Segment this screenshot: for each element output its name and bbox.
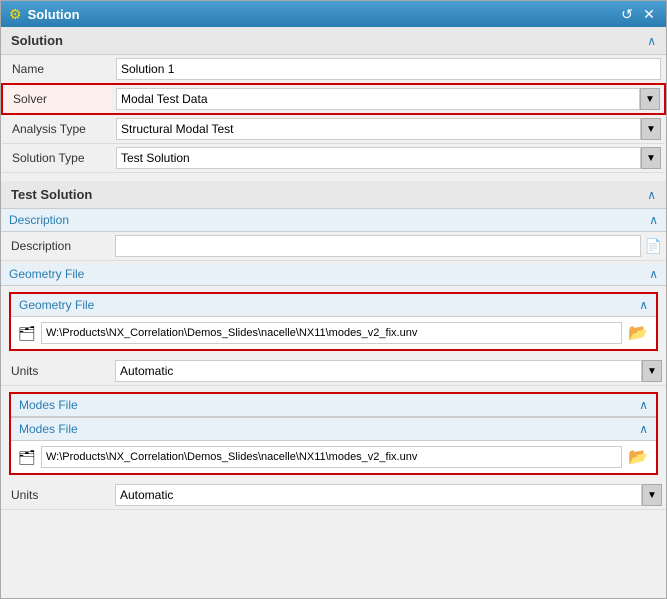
modes-units-table: Units Automatic ▼ bbox=[1, 481, 666, 510]
content-area: Solution ∧ Name Solver Modal Test Data ▼ bbox=[1, 27, 666, 598]
description-label: Description bbox=[1, 232, 111, 261]
geometry-file-section-title: Geometry File bbox=[9, 267, 84, 281]
geometry-units-value: Automatic bbox=[115, 360, 642, 382]
geometry-units-label: Units bbox=[1, 357, 111, 386]
solution-section-header: Solution ∧ bbox=[1, 27, 666, 55]
description-subsection-chevron[interactable]: ∧ bbox=[649, 213, 658, 227]
geometry-file-icon: 🗂 bbox=[17, 323, 37, 343]
description-field: 📄 bbox=[111, 232, 666, 261]
title-bar-buttons: ↺ ✕ bbox=[618, 5, 658, 23]
description-input-row: 📄 bbox=[115, 235, 662, 257]
solution-type-dropdown-arrow[interactable]: ▼ bbox=[641, 147, 661, 169]
geometry-file-row: 🗂 📂 bbox=[11, 317, 656, 349]
restore-button[interactable]: ↺ bbox=[618, 5, 636, 23]
solution-type-field: Test Solution ▼ bbox=[112, 144, 665, 173]
geometry-file-path-input[interactable] bbox=[41, 322, 622, 344]
close-button[interactable]: ✕ bbox=[640, 5, 658, 23]
solution-form: Name Solver Modal Test Data ▼ Analysis T… bbox=[1, 55, 666, 173]
modes-units-label: Units bbox=[1, 481, 111, 510]
geometry-units-table: Units Automatic ▼ bbox=[1, 357, 666, 386]
solution-type-label: Solution Type bbox=[2, 144, 112, 173]
solution-section-chevron[interactable]: ∧ bbox=[647, 34, 656, 48]
modes-file-section-header: Modes File ∧ bbox=[11, 394, 656, 417]
geometry-file-section-chevron[interactable]: ∧ bbox=[649, 267, 658, 281]
solver-row: Solver Modal Test Data ▼ bbox=[2, 84, 665, 114]
analysis-type-select: Structural Modal Test ▼ bbox=[116, 118, 661, 140]
geometry-units-field: Automatic ▼ bbox=[111, 357, 666, 386]
name-input[interactable] bbox=[116, 58, 661, 80]
analysis-type-label: Analysis Type bbox=[2, 114, 112, 144]
modes-file-highlighted-section: Modes File ∧ Modes File ∧ 🗂 📂 bbox=[9, 392, 658, 475]
geometry-file-subsection-title: Geometry File bbox=[19, 298, 94, 312]
geometry-file-subsection-chevron[interactable]: ∧ bbox=[639, 298, 648, 312]
solver-field: Modal Test Data ▼ bbox=[112, 84, 665, 114]
solver-value: Modal Test Data bbox=[116, 88, 640, 110]
modes-file-subsection-header: Modes File ∧ bbox=[11, 417, 656, 441]
modes-file-path-input[interactable] bbox=[41, 446, 622, 468]
name-field bbox=[112, 55, 665, 84]
solution-window: ⚙ Solution ↺ ✕ Solution ∧ Name Solver bbox=[0, 0, 667, 599]
description-subsection-header: Description ∧ bbox=[1, 209, 666, 232]
modes-units-dropdown-arrow[interactable]: ▼ bbox=[642, 484, 662, 506]
analysis-type-field: Structural Modal Test ▼ bbox=[112, 114, 665, 144]
name-label: Name bbox=[2, 55, 112, 84]
modes-file-subsection-chevron[interactable]: ∧ bbox=[639, 422, 648, 436]
modes-units-select: Automatic ▼ bbox=[115, 484, 662, 506]
modes-units-row: Units Automatic ▼ bbox=[1, 481, 666, 510]
modes-folder-icon[interactable]: 📂 bbox=[626, 445, 650, 469]
modes-file-row: 🗂 📂 bbox=[11, 441, 656, 473]
description-form: Description 📄 bbox=[1, 232, 666, 261]
modes-file-section-chevron[interactable]: ∧ bbox=[639, 398, 648, 412]
window-title: Solution bbox=[28, 7, 80, 22]
title-bar-left: ⚙ Solution bbox=[9, 6, 80, 23]
modes-units-field: Automatic ▼ bbox=[111, 481, 666, 510]
description-container: Description ∧ Description 📄 bbox=[1, 209, 666, 261]
geometry-units-dropdown-arrow[interactable]: ▼ bbox=[642, 360, 662, 382]
geometry-file-highlighted-section: Geometry File ∧ 🗂 📂 bbox=[9, 292, 658, 351]
analysis-type-dropdown-arrow[interactable]: ▼ bbox=[641, 118, 661, 140]
document-icon[interactable]: 📄 bbox=[645, 238, 662, 255]
description-subsection-title: Description bbox=[9, 213, 69, 227]
description-input[interactable] bbox=[115, 235, 641, 257]
name-row: Name bbox=[2, 55, 665, 84]
geometry-file-section-header: Geometry File ∧ bbox=[1, 263, 666, 286]
solver-dropdown-arrow[interactable]: ▼ bbox=[640, 88, 660, 110]
title-bar: ⚙ Solution ↺ ✕ bbox=[1, 1, 666, 27]
geometry-units-select: Automatic ▼ bbox=[115, 360, 662, 382]
geometry-file-subsection-header: Geometry File ∧ bbox=[11, 294, 656, 317]
modes-file-subsection-title: Modes File bbox=[19, 422, 78, 436]
geometry-folder-icon[interactable]: 📂 bbox=[626, 321, 650, 345]
solution-type-value: Test Solution bbox=[116, 147, 641, 169]
gear-icon: ⚙ bbox=[9, 6, 22, 23]
test-solution-section-chevron[interactable]: ∧ bbox=[647, 188, 656, 202]
test-solution-section-header: Test Solution ∧ bbox=[1, 181, 666, 209]
modes-file-icon: 🗂 bbox=[17, 447, 37, 467]
solution-type-select: Test Solution ▼ bbox=[116, 147, 661, 169]
description-row: Description 📄 bbox=[1, 232, 666, 261]
analysis-type-row: Analysis Type Structural Modal Test ▼ bbox=[2, 114, 665, 144]
solver-select: Modal Test Data ▼ bbox=[116, 88, 660, 110]
solution-section-title: Solution bbox=[11, 33, 63, 48]
geometry-units-row: Units Automatic ▼ bbox=[1, 357, 666, 386]
solver-label: Solver bbox=[2, 84, 112, 114]
modes-file-section-title: Modes File bbox=[19, 398, 78, 412]
solution-type-row: Solution Type Test Solution ▼ bbox=[2, 144, 665, 173]
modes-units-value: Automatic bbox=[115, 484, 642, 506]
analysis-type-value: Structural Modal Test bbox=[116, 118, 641, 140]
test-solution-section-title: Test Solution bbox=[11, 187, 92, 202]
